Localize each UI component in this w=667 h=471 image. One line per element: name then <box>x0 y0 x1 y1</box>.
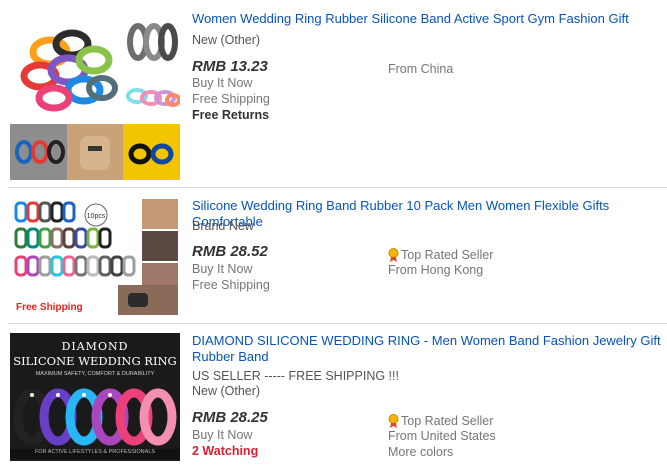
image-footer: FOR ACTIVE LIFESTYLES & PROFESSIONALS <box>34 449 156 455</box>
listing-1-condition: New (Other) <box>192 33 261 47</box>
listing-1-image[interactable] <box>10 12 180 180</box>
listing-2-top-rated: Top Rated Seller <box>388 248 493 262</box>
top-rated-medal-icon <box>388 248 399 262</box>
listing-2-top-rated-label: Top Rated Seller <box>401 248 494 262</box>
top-rated-medal-icon <box>388 414 399 428</box>
listing-2-price: RMB 28.52 <box>192 243 268 260</box>
listing-1-returns: Free Returns <box>192 108 270 122</box>
listing-1-location: From China <box>388 62 454 76</box>
listing-3-top-rated-label: Top Rated Seller <box>401 414 494 428</box>
listing-3-top-rated: Top Rated Seller <box>388 414 493 428</box>
diamond-rings-photo <box>10 388 180 459</box>
listing-1-shipping: Free Shipping <box>192 92 270 106</box>
free-shipping-image-label: Free Shipping <box>16 302 83 313</box>
image-title-silicone: SILICONE WEDDING RING <box>13 354 177 368</box>
listing-2-format: Buy It Now <box>192 262 253 276</box>
listing-3: DIAMOND SILICONE WEDDING RING MAXIMUM SA… <box>0 324 667 471</box>
silicone-rings-photo <box>10 12 180 180</box>
listing-1: Women Wedding Ring Rubber Silicone Band … <box>0 0 667 187</box>
listing-3-image[interactable]: DIAMOND SILICONE WEDDING RING MAXIMUM SA… <box>10 333 180 461</box>
listing-3-price: RMB 28.25 <box>192 409 268 426</box>
listing-2-location: From Hong Kong <box>388 263 484 277</box>
listing-3-more-colors: More colors <box>388 445 454 459</box>
listing-3-format: Buy It Now <box>192 428 253 442</box>
listing-3-watching: 2 Watching <box>192 444 259 458</box>
ten-pack-rings-photo: 10pcs Free Shipping <box>10 197 180 316</box>
listing-1-title-link[interactable]: Women Wedding Ring Rubber Silicone Band … <box>192 11 663 27</box>
listing-3-location: From United States <box>388 429 496 443</box>
listing-2-title-link[interactable]: Silicone Wedding Ring Band Rubber 10 Pac… <box>192 198 663 230</box>
listing-3-title-link[interactable]: DIAMOND SILICONE WEDDING RING - Men Wome… <box>192 333 663 365</box>
listing-2-image[interactable]: 10pcs Free Shipping <box>10 197 180 316</box>
listing-1-price: RMB 13.23 <box>192 58 268 75</box>
listing-2-shipping: Free Shipping <box>192 278 270 292</box>
image-title-diamond: DIAMOND <box>61 340 129 353</box>
listing-2: 10pcs Free Shipping Silicone Wedding Rin… <box>0 188 667 323</box>
listing-3-subtitle: US SELLER ----- FREE SHIPPING !!! <box>192 369 399 383</box>
listing-2-condition: Brand New <box>192 219 254 233</box>
image-tagline: MAXIMUM SAFETY, COMFORT & DURABILITY <box>35 371 155 377</box>
listing-1-format: Buy It Now <box>192 76 253 90</box>
pack-count-label: 10pcs <box>87 213 106 220</box>
listing-3-condition: New (Other) <box>192 384 261 398</box>
